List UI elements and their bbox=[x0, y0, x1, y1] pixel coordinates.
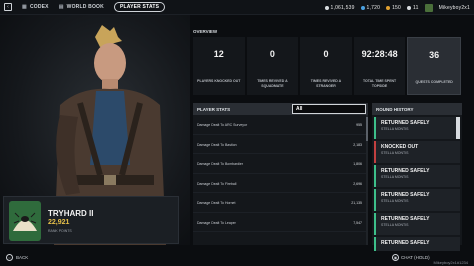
currency-premium-value: 1,720 bbox=[366, 4, 381, 11]
stat-value: 955 bbox=[356, 123, 362, 127]
overview-value: 36 bbox=[429, 50, 440, 60]
player-stats-header: PLAYER STATS All bbox=[193, 103, 368, 115]
round-status: RETURNED SAFELY bbox=[381, 120, 430, 126]
tab-world-book[interactable]: ▤ WORLD BOOK bbox=[59, 4, 104, 10]
spider-emblem-icon bbox=[13, 212, 37, 231]
overview-cell-label: TIMES REVIVED A STRANGER bbox=[310, 79, 342, 88]
token-icon bbox=[386, 5, 391, 10]
round-map: STELLA MONTIS bbox=[381, 223, 409, 227]
round-status: RETURNED SAFELY bbox=[381, 192, 430, 198]
round-history-title: ROUND HISTORY bbox=[372, 103, 462, 115]
back-label: BACK bbox=[16, 254, 29, 260]
premium-icon bbox=[360, 5, 365, 10]
overview-cell-label: QUESTS COMPLETED bbox=[415, 80, 453, 84]
coin-icon bbox=[324, 5, 329, 10]
tab-codex-label: CODEX bbox=[29, 4, 49, 10]
table-row: Damage Dealt To Leaper 7,547 bbox=[193, 213, 368, 232]
overview-value: 12 bbox=[213, 49, 224, 59]
round-map: STELLA MONTIS bbox=[381, 127, 409, 131]
table-row: Damage Dealt To Hornet 21,135 bbox=[193, 193, 368, 213]
list-item[interactable]: RETURNED SAFELY STELLA MONTIS bbox=[374, 213, 460, 235]
table-row: Damage Dealt To Bastion 2,183 bbox=[193, 135, 368, 154]
currency-premium: 1,720 bbox=[360, 4, 381, 11]
overview-cell: 12 PLAYERS KNOCKED OUT bbox=[193, 37, 245, 95]
book-icon: ▤ bbox=[58, 4, 64, 10]
rank-points-value: 22,921 bbox=[48, 219, 70, 226]
tab-world-book-label: WORLD BOOK bbox=[66, 4, 104, 10]
currency-coins-value: 1,061,539 bbox=[330, 4, 355, 11]
rank-points-label: RANK POINTS bbox=[48, 229, 72, 233]
character-name: TRYHARD II bbox=[48, 209, 94, 218]
stat-value: 1,806 bbox=[353, 162, 362, 166]
top-bar: ‹ ▦ CODEX ▤ WORLD BOOK PLAYER STATS 1,06… bbox=[0, 0, 474, 15]
list-item[interactable]: RETURNED SAFELY STELLA MONTIS bbox=[374, 189, 460, 211]
overview-cell-highlighted: 36 QUESTS COMPLETED bbox=[407, 37, 461, 95]
list-item[interactable]: KNOCKED OUT STELLA MONTIS bbox=[374, 141, 460, 163]
scrollbar-thumb[interactable] bbox=[366, 117, 368, 141]
character-card[interactable]: TRYHARD II 22,921 RANK POINTS bbox=[3, 196, 179, 244]
table-row: Damage Dealt To Fireball 2,696 bbox=[193, 174, 368, 193]
stat-name: Damage Dealt To Bastion bbox=[197, 142, 237, 147]
overview-cell: 92:28:48 TOTAL TIME SPENT TOPSIDE bbox=[353, 37, 406, 95]
chat-icon: ◉ bbox=[392, 253, 399, 261]
currency-tokens-value: 150 bbox=[392, 4, 402, 11]
player-stats-title: PLAYER STATS bbox=[197, 107, 231, 112]
stats-filter-dropdown[interactable]: All bbox=[292, 104, 366, 114]
round-status: RETURNED SAFELY bbox=[381, 216, 430, 222]
player-stats-panel: PLAYER STATS All Damage Dealt To ARC Sur… bbox=[193, 103, 368, 245]
overview-label: OVERVIEW bbox=[193, 29, 218, 34]
round-map: STELLA MONTIS bbox=[381, 199, 409, 203]
chat-label: CHAT (HOLD) bbox=[401, 254, 430, 260]
round-map: STELLA MONTIS bbox=[381, 151, 409, 155]
overview-cell-label: TOTAL TIME SPENT TOPSIDE bbox=[362, 79, 397, 88]
chat-button[interactable]: ◉ CHAT (HOLD) bbox=[392, 253, 430, 261]
codex-icon: ▦ bbox=[22, 4, 27, 10]
overview-cell: 0 TIMES REVIVED A SQUADMATE bbox=[246, 37, 299, 95]
currency-misc: 11 bbox=[407, 5, 419, 11]
overview-cell-label: PLAYERS KNOCKED OUT bbox=[197, 79, 241, 83]
overview-value: 0 bbox=[269, 49, 275, 59]
overview-value: 0 bbox=[323, 49, 329, 59]
list-item[interactable]: RETURNED SAFELY STELLA MONTIS bbox=[374, 117, 460, 139]
table-row: Damage Dealt To ARC Surveyor 955 bbox=[193, 115, 368, 135]
avatar[interactable] bbox=[424, 3, 433, 12]
table-row: Damage Dealt To Bombardier 1,806 bbox=[193, 154, 368, 174]
list-item[interactable]: RETURNED SAFELY STELLA MONTIS bbox=[374, 165, 460, 187]
currency-tokens: 150 bbox=[386, 5, 401, 11]
username: Mikeyboy2x1 bbox=[438, 4, 470, 11]
stat-value: 21,135 bbox=[351, 201, 362, 205]
overview-cell: 0 TIMES REVIVED A STRANGER bbox=[300, 37, 352, 95]
stat-value: 2,696 bbox=[353, 181, 362, 186]
round-status: KNOCKED OUT bbox=[381, 144, 419, 150]
back-button[interactable]: ○ BACK bbox=[6, 253, 29, 261]
user-id: Mikeyboy2x1#1234 bbox=[433, 260, 468, 265]
round-status: RETURNED SAFELY bbox=[381, 168, 430, 174]
misc-icon bbox=[407, 5, 412, 10]
tab-codex[interactable]: ▦ CODEX bbox=[22, 4, 49, 10]
stat-name: Damage Dealt To ARC Surveyor bbox=[197, 123, 248, 127]
stat-value: 7,547 bbox=[353, 220, 362, 225]
stat-name: Damage Dealt To Hornet bbox=[197, 201, 236, 205]
rank-badge bbox=[9, 201, 41, 241]
circle-button-icon: ○ bbox=[6, 253, 13, 261]
overview-cell-label: TIMES REVIVED A SQUADMATE bbox=[257, 79, 288, 88]
currency-coins: 1,061,539 bbox=[324, 4, 355, 11]
tab-player-stats[interactable]: PLAYER STATS bbox=[113, 2, 166, 12]
tab-player-stats-label: PLAYER STATS bbox=[119, 4, 160, 10]
round-history-panel: ROUND HISTORY RETURNED SAFELY STELLA MON… bbox=[372, 103, 462, 251]
overview-value: 92:28:48 bbox=[361, 49, 398, 59]
stats-scrollbar[interactable] bbox=[366, 115, 368, 245]
stat-name: Damage Dealt To Fireball bbox=[197, 181, 237, 186]
top-bar-right: 1,061,539 1,720 150 11 Mikeyboy2x1 bbox=[324, 0, 471, 15]
currency-misc-value: 11 bbox=[413, 4, 419, 11]
bottom-bar: ○ BACK ◉ CHAT (HOLD) Mikeyboy2x1#1234 bbox=[0, 248, 474, 266]
round-status: RETURNED SAFELY bbox=[381, 240, 430, 246]
stat-value: 2,183 bbox=[353, 142, 362, 147]
selection-marker bbox=[456, 117, 460, 139]
stat-name: Damage Dealt To Leaper bbox=[197, 220, 236, 225]
round-map: STELLA MONTIS bbox=[381, 175, 409, 179]
overview-grid: 12 PLAYERS KNOCKED OUT 0 TIMES REVIVED A… bbox=[193, 37, 461, 95]
stat-name: Damage Dealt To Bombardier bbox=[197, 162, 244, 166]
back-arrow-icon[interactable]: ‹ bbox=[4, 3, 12, 11]
